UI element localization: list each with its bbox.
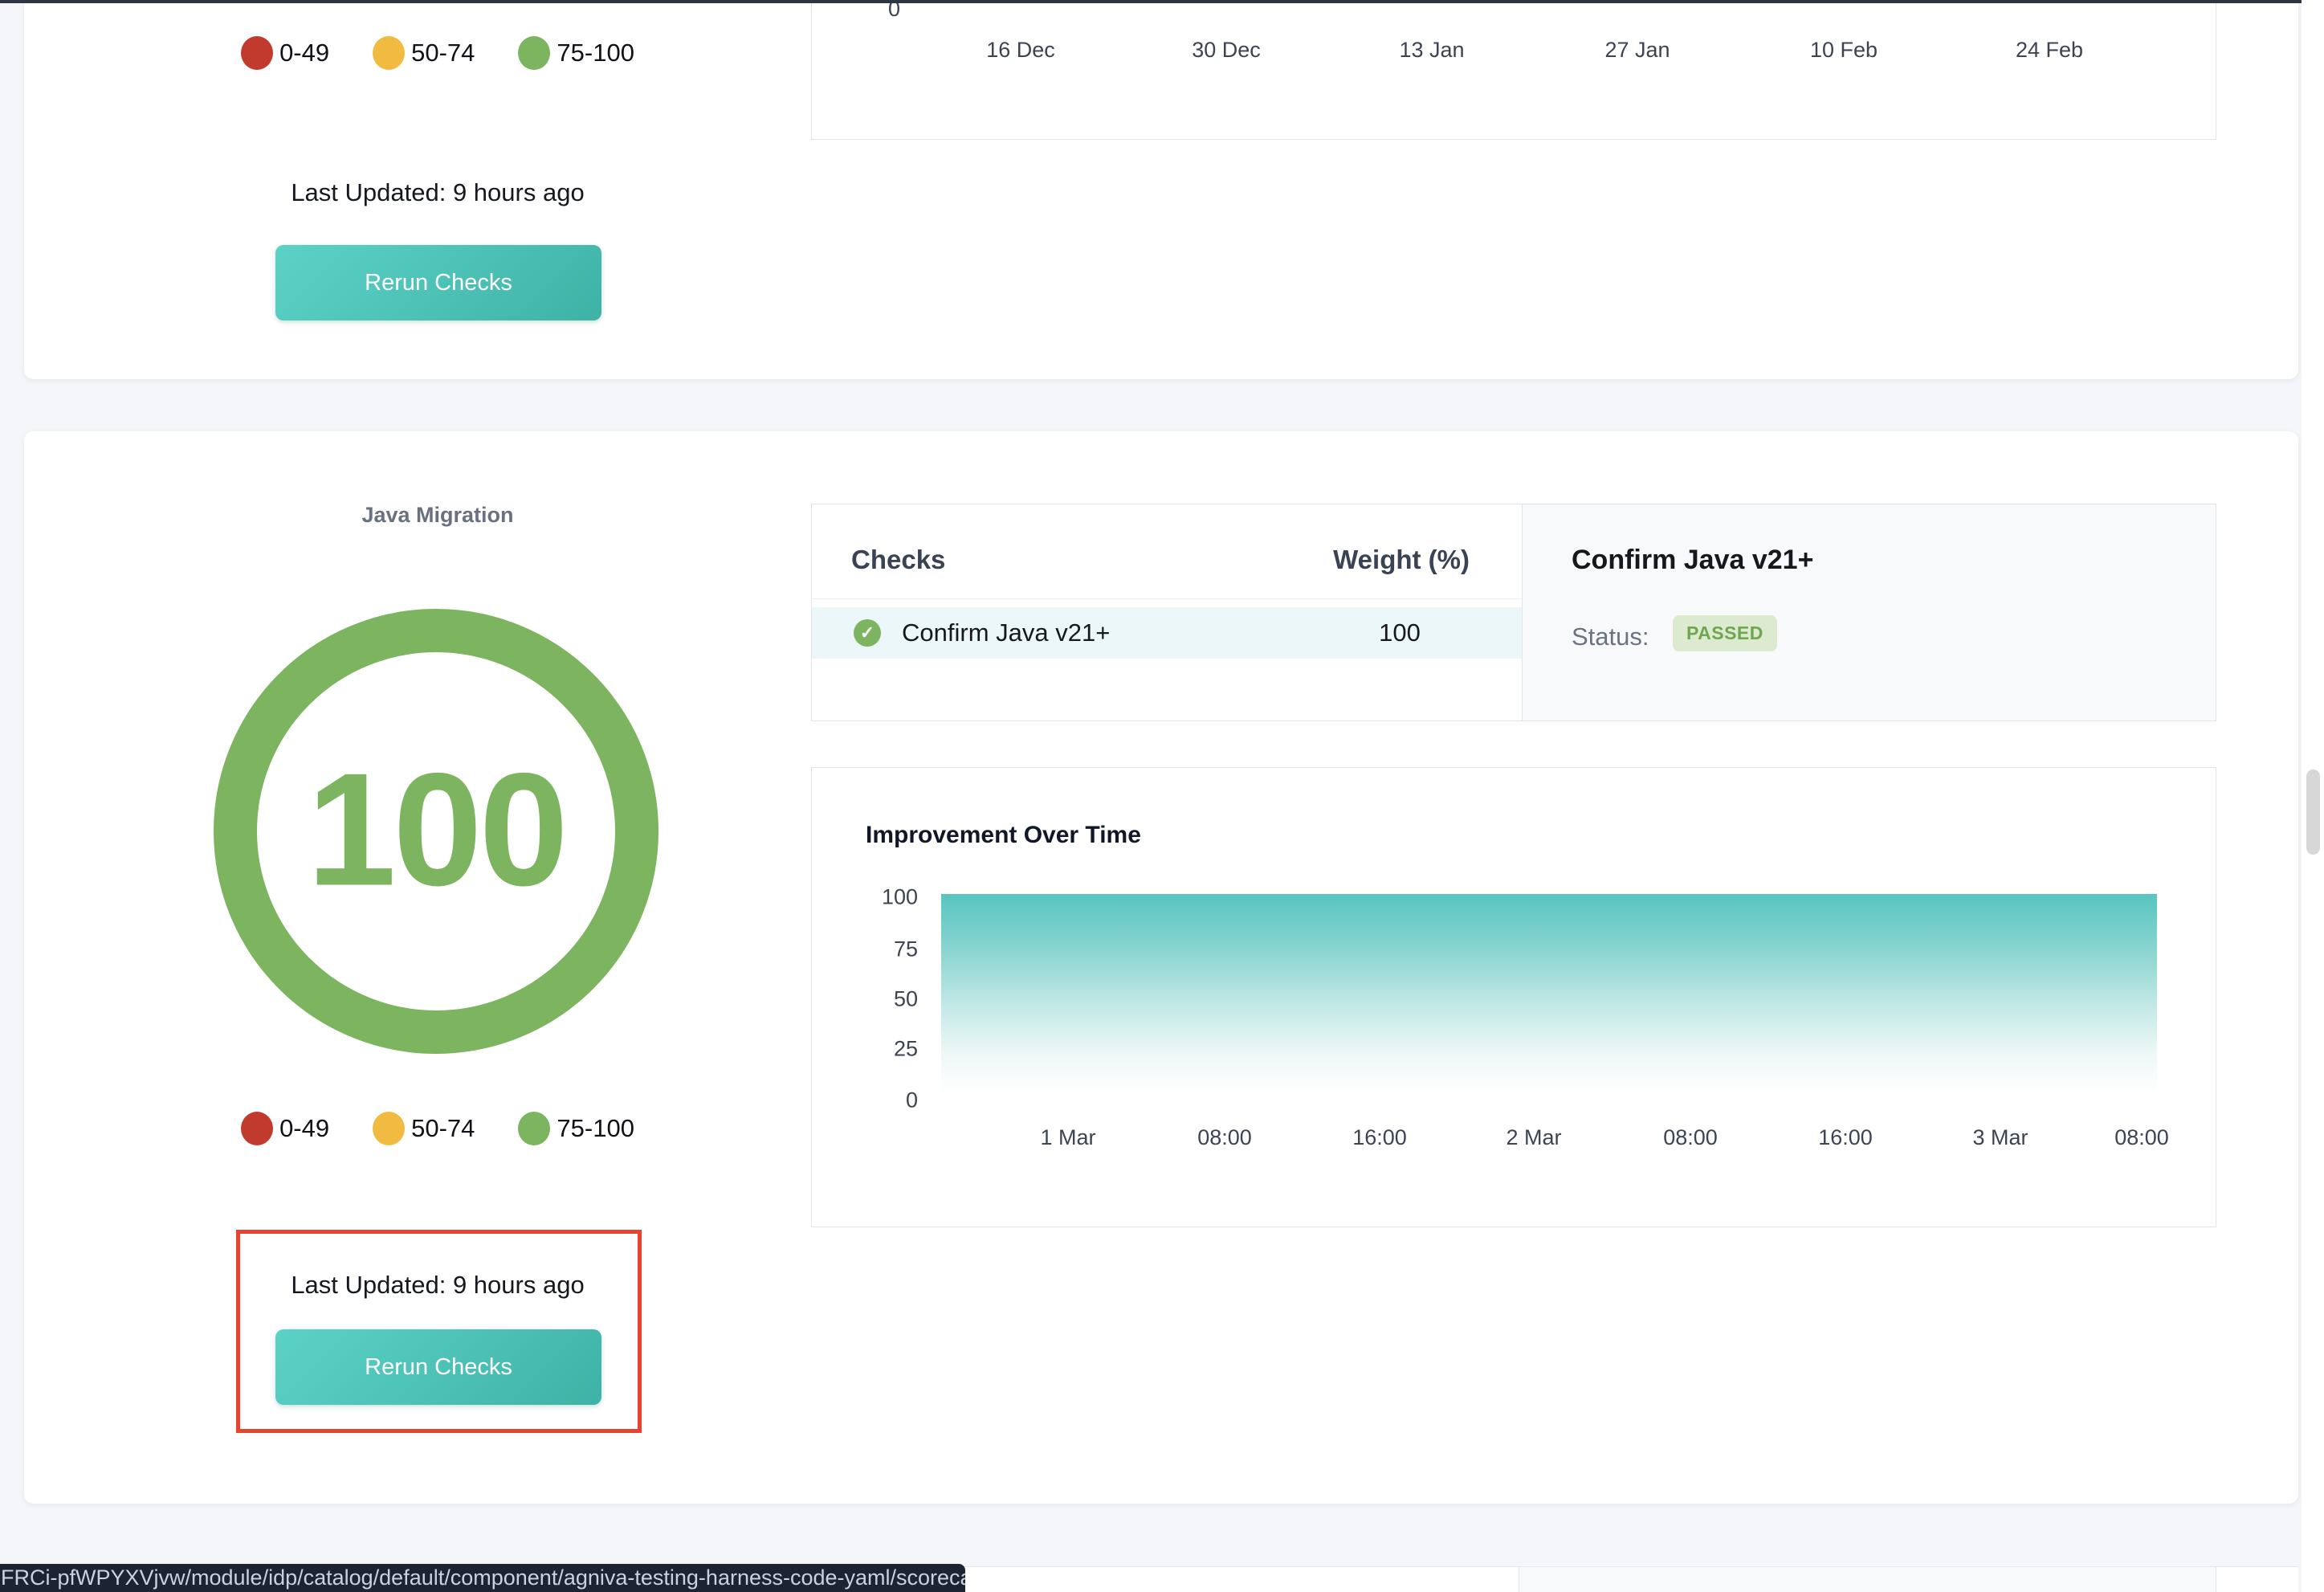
- top-cropped-bar: [0, 0, 2324, 3]
- status-label: Status:: [1572, 623, 1649, 651]
- improvement-y-axis: 100 75 50 25 0: [846, 768, 918, 1228]
- rerun-checks-button[interactable]: Rerun Checks: [275, 245, 601, 320]
- scorecard-title: Java Migration: [72, 503, 803, 528]
- axis-tick-label: 13 Jan: [1399, 38, 1464, 63]
- legend-dot-icon: [373, 36, 405, 70]
- score-range-legend: 0-49 50-74 75-100: [72, 1106, 803, 1151]
- legend-item: 0-49: [241, 36, 329, 70]
- axis-tick-label: 16:00: [1352, 1125, 1407, 1150]
- attention-highlight-box: [236, 1230, 642, 1433]
- status-badge: PASSED: [1673, 615, 1777, 651]
- legend-dot-icon: [518, 1112, 550, 1145]
- legend-dot-icon: [241, 1112, 273, 1145]
- check-weight-value: 100: [1319, 607, 1480, 659]
- axis-tick-label: 16:00: [1818, 1125, 1873, 1150]
- table-header-divider: [812, 598, 1522, 599]
- axis-tick-label: 24 Feb: [2016, 38, 2083, 63]
- score-history-chart: 0 16 Dec 30 Dec 13 Jan 27 Jan 10 Feb 24 Feb: [811, 0, 2216, 140]
- legend-item: 50-74: [373, 36, 475, 70]
- last-updated-text: Last Updated: 9 hours ago: [72, 178, 803, 207]
- legend-label: 75-100: [557, 39, 634, 67]
- axis-tick-label: 30 Dec: [1192, 38, 1261, 63]
- score-range-legend: 0-49 50-74 75-100: [72, 31, 803, 76]
- check-passed-icon: ✓: [854, 619, 881, 647]
- axis-tick-label: 25: [894, 1037, 918, 1062]
- legend-item: 50-74: [373, 1112, 475, 1145]
- improvement-x-axis: 1 Mar 08:00 16:00 2 Mar 08:00 16:00 3 Mar 08:00: [812, 1125, 2217, 1153]
- axis-tick-label: 08:00: [2114, 1125, 2169, 1150]
- axis-tick-label: 50: [894, 987, 918, 1012]
- axis-tick-label: 100: [882, 885, 918, 910]
- history-y-tick-0: 0: [868, 0, 900, 22]
- axis-tick-label: 2 Mar: [1506, 1125, 1561, 1150]
- link-status-bar: FRCi-pfWPYXVjvw/module/idp/catalog/defau…: [0, 1564, 965, 1592]
- axis-tick-label: 08:00: [1663, 1125, 1718, 1150]
- legend-label: 50-74: [411, 39, 475, 67]
- axis-tick-label: 75: [894, 937, 918, 962]
- legend-dot-icon: [241, 36, 273, 70]
- checks-column-header: Checks: [851, 545, 945, 575]
- check-detail-title: Confirm Java v21+: [1572, 545, 1813, 576]
- axis-tick-label: 08:00: [1197, 1125, 1252, 1150]
- legend-label: 50-74: [411, 1114, 475, 1143]
- legend-dot-icon: [518, 36, 550, 70]
- next-card-detail-panel: [1519, 1567, 2216, 1592]
- legend-label: 0-49: [279, 39, 329, 67]
- axis-tick-label: 1 Mar: [1040, 1125, 1095, 1150]
- legend-item: 0-49: [241, 1112, 329, 1145]
- axis-tick-label: 16 Dec: [986, 38, 1055, 63]
- scrollbar-thumb[interactable]: [2306, 769, 2320, 855]
- axis-tick-label: 0: [906, 1088, 918, 1113]
- check-detail-panel: Confirm Java v21+ Status: PASSED: [1522, 504, 2216, 720]
- axis-tick-label: 3 Mar: [1972, 1125, 2028, 1150]
- history-x-axis: 16 Dec 30 Dec 13 Jan 27 Jan 10 Feb 24 Feb: [812, 38, 2217, 65]
- legend-item: 75-100: [518, 1112, 634, 1145]
- weight-column-header: Weight (%): [1293, 545, 1470, 575]
- improvement-area-series: [941, 894, 2157, 1094]
- legend-item: 75-100: [518, 36, 634, 70]
- axis-tick-label: 10 Feb: [1810, 38, 1878, 63]
- axis-tick-label: 27 Jan: [1604, 38, 1670, 63]
- legend-label: 0-49: [279, 1114, 329, 1143]
- score-value: 100: [307, 741, 565, 920]
- score-gauge: 100: [211, 606, 661, 1056]
- check-name: Confirm Java v21+: [902, 618, 1110, 647]
- legend-dot-icon: [373, 1112, 405, 1145]
- legend-label: 75-100: [557, 1114, 634, 1143]
